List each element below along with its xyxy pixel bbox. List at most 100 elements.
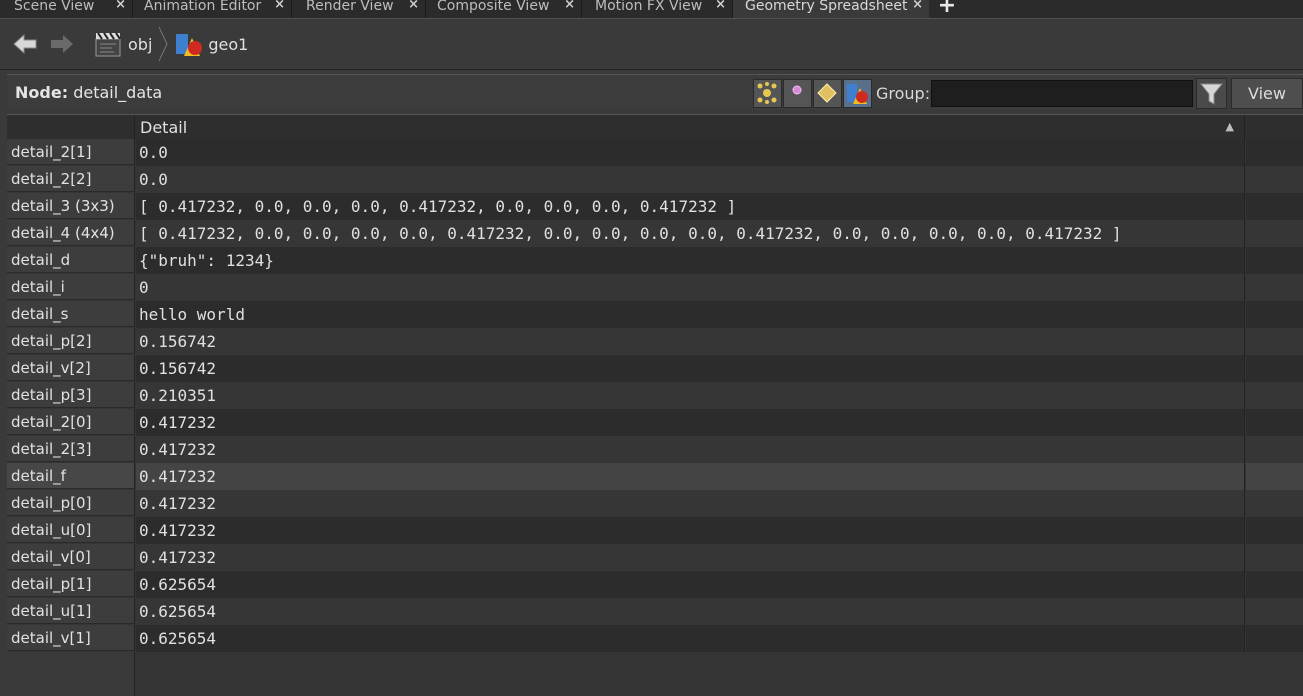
cell-value[interactable]: 0.0 — [136, 166, 1245, 193]
table-row[interactable]: detail_u[0] 0.417232 — [7, 517, 1303, 544]
primitives-attribute-button[interactable] — [813, 79, 842, 108]
tab-scene-view[interactable]: Scene View × — [0, 0, 132, 18]
breadcrumb-item-geo1[interactable]: geo1 — [168, 27, 254, 61]
tab-geometry-spreadsheet[interactable]: Geometry Spreadsheet × — [733, 0, 929, 18]
tab-label: Render View — [306, 0, 394, 14]
cell-value[interactable]: hello world — [136, 301, 1245, 328]
points-icon — [757, 82, 777, 104]
tab-label: Composite View — [437, 0, 550, 14]
table-row[interactable]: detail_p[0] 0.417232 — [7, 490, 1303, 517]
table-row[interactable]: detail_s hello world — [7, 301, 1303, 328]
close-icon[interactable]: × — [408, 0, 419, 12]
tab-label: Geometry Spreadsheet — [745, 0, 908, 14]
table-row[interactable]: detail_p[3] 0.210351 — [7, 382, 1303, 409]
cell-value[interactable]: [ 0.417232, 0.0, 0.0, 0.0, 0.0, 0.417232… — [136, 220, 1245, 247]
sort-arrow-icon[interactable]: ▲ — [1226, 120, 1234, 133]
row-label: detail_2[3] — [7, 436, 135, 462]
row-empty-space — [1246, 598, 1303, 625]
table-row[interactable]: detail_u[1] 0.625654 — [7, 598, 1303, 625]
row-label: detail_u[1] — [7, 598, 135, 624]
back-arrow-icon[interactable] — [12, 31, 38, 57]
cell-value[interactable]: 0 — [136, 274, 1245, 301]
table-row[interactable]: detail_2[2] 0.0 — [7, 166, 1303, 193]
close-icon[interactable]: × — [715, 0, 726, 12]
table-empty-area — [7, 652, 1303, 696]
table-row[interactable]: detail_2[3] 0.417232 — [7, 436, 1303, 463]
row-label: detail_3 (3x3) — [7, 193, 135, 219]
tab-label: Motion FX View — [595, 0, 703, 14]
funnel-icon — [1199, 83, 1224, 105]
table-row[interactable]: detail_v[0] 0.417232 — [7, 544, 1303, 571]
tab-render-view[interactable]: Render View × — [292, 0, 425, 18]
cell-value[interactable]: 0.417232 — [136, 490, 1245, 517]
node-label-prefix: Node: — [15, 83, 69, 102]
add-tab-button[interactable]: + — [929, 0, 965, 18]
node-label: Node: detail_data — [15, 83, 162, 102]
node-name: detail_data — [73, 83, 163, 102]
tab-motion-fx-view[interactable]: Motion FX View × — [582, 0, 732, 18]
cell-value[interactable]: 0.156742 — [136, 355, 1245, 382]
table-row[interactable]: detail_2[1] 0.0 — [7, 139, 1303, 166]
breadcrumb: obj geo1 — [88, 27, 254, 61]
cell-value[interactable]: 0.210351 — [136, 382, 1245, 409]
table-row[interactable]: detail_d {"bruh": 1234} — [7, 247, 1303, 274]
table-row[interactable]: detail_3 (3x3)[ 0.417232, 0.0, 0.0, 0.0,… — [7, 193, 1303, 220]
breadcrumb-item-obj[interactable]: obj — [88, 27, 158, 61]
table-row[interactable]: detail_v[1] 0.625654 — [7, 625, 1303, 652]
table-row[interactable]: detail_f 0.417232 — [7, 463, 1303, 490]
table-body: detail_2[1] 0.0 detail_2[2] 0.0 detail_3 (3x… — [7, 139, 1303, 652]
table-row[interactable]: detail_v[2] 0.156742 — [7, 355, 1303, 382]
row-label: detail_s — [7, 301, 135, 327]
tab-label: Scene View — [14, 0, 95, 14]
cell-value[interactable]: 0.625654 — [136, 625, 1245, 652]
column-header-label: Detail — [140, 118, 188, 137]
points-attribute-button[interactable] — [753, 79, 782, 108]
pane-tab-bar: Scene View × Animation Editor × Render V… — [0, 0, 1303, 18]
column-header-detail[interactable]: Detail ▲ — [136, 115, 1245, 140]
row-empty-space — [1246, 409, 1303, 436]
row-empty-space — [1246, 436, 1303, 463]
filter-button[interactable] — [1196, 78, 1227, 109]
close-icon[interactable]: × — [912, 0, 923, 12]
cell-value[interactable]: {"bruh": 1234} — [136, 247, 1245, 274]
cell-value[interactable]: 0.417232 — [136, 463, 1245, 490]
cell-value[interactable]: 0.417232 — [136, 544, 1245, 571]
table-row[interactable]: detail_p[1] 0.625654 — [7, 571, 1303, 598]
cell-value[interactable]: 0.156742 — [136, 328, 1245, 355]
cell-value[interactable]: 0.417232 — [136, 517, 1245, 544]
vertices-attribute-button[interactable] — [783, 79, 812, 108]
row-empty-space — [1246, 382, 1303, 409]
cell-value[interactable]: 0.0 — [136, 139, 1245, 166]
close-icon[interactable]: × — [564, 0, 575, 12]
table-row[interactable]: detail_4 (4x4)[ 0.417232, 0.0, 0.0, 0.0,… — [7, 220, 1303, 247]
tab-animation-editor[interactable]: Animation Editor × — [133, 0, 291, 18]
geometry-node-icon — [176, 34, 203, 56]
row-empty-space — [1246, 517, 1303, 544]
cell-value[interactable]: 0.417232 — [136, 409, 1245, 436]
table-row[interactable]: detail_i 0 — [7, 274, 1303, 301]
path-bar: obj geo1 — [0, 18, 1303, 70]
row-label: detail_v[1] — [7, 625, 135, 651]
close-icon[interactable]: × — [115, 0, 126, 12]
close-icon[interactable]: × — [274, 0, 285, 12]
cell-value[interactable]: 0.417232 — [136, 436, 1245, 463]
row-label: detail_d — [7, 247, 135, 273]
row-empty-space — [1246, 625, 1303, 652]
row-empty-space — [1246, 328, 1303, 355]
row-empty-space — [1246, 355, 1303, 382]
cell-value[interactable]: [ 0.417232, 0.0, 0.0, 0.0, 0.417232, 0.0… — [136, 193, 1245, 220]
header-empty-space — [1246, 115, 1303, 140]
table-row[interactable]: detail_p[2] 0.156742 — [7, 328, 1303, 355]
cell-value[interactable]: 0.625654 — [136, 571, 1245, 598]
row-label: detail_p[0] — [7, 490, 135, 516]
detail-attribute-button[interactable] — [843, 79, 872, 108]
row-empty-space — [1246, 274, 1303, 301]
tab-label: Animation Editor — [144, 0, 262, 14]
forward-arrow-icon[interactable] — [49, 31, 75, 57]
cell-value[interactable]: 0.625654 — [136, 598, 1245, 625]
row-empty-space — [1246, 247, 1303, 274]
view-button[interactable]: View — [1231, 78, 1303, 109]
table-row[interactable]: detail_2[0] 0.417232 — [7, 409, 1303, 436]
group-input[interactable] — [931, 80, 1193, 107]
tab-composite-view[interactable]: Composite View × — [426, 0, 581, 18]
